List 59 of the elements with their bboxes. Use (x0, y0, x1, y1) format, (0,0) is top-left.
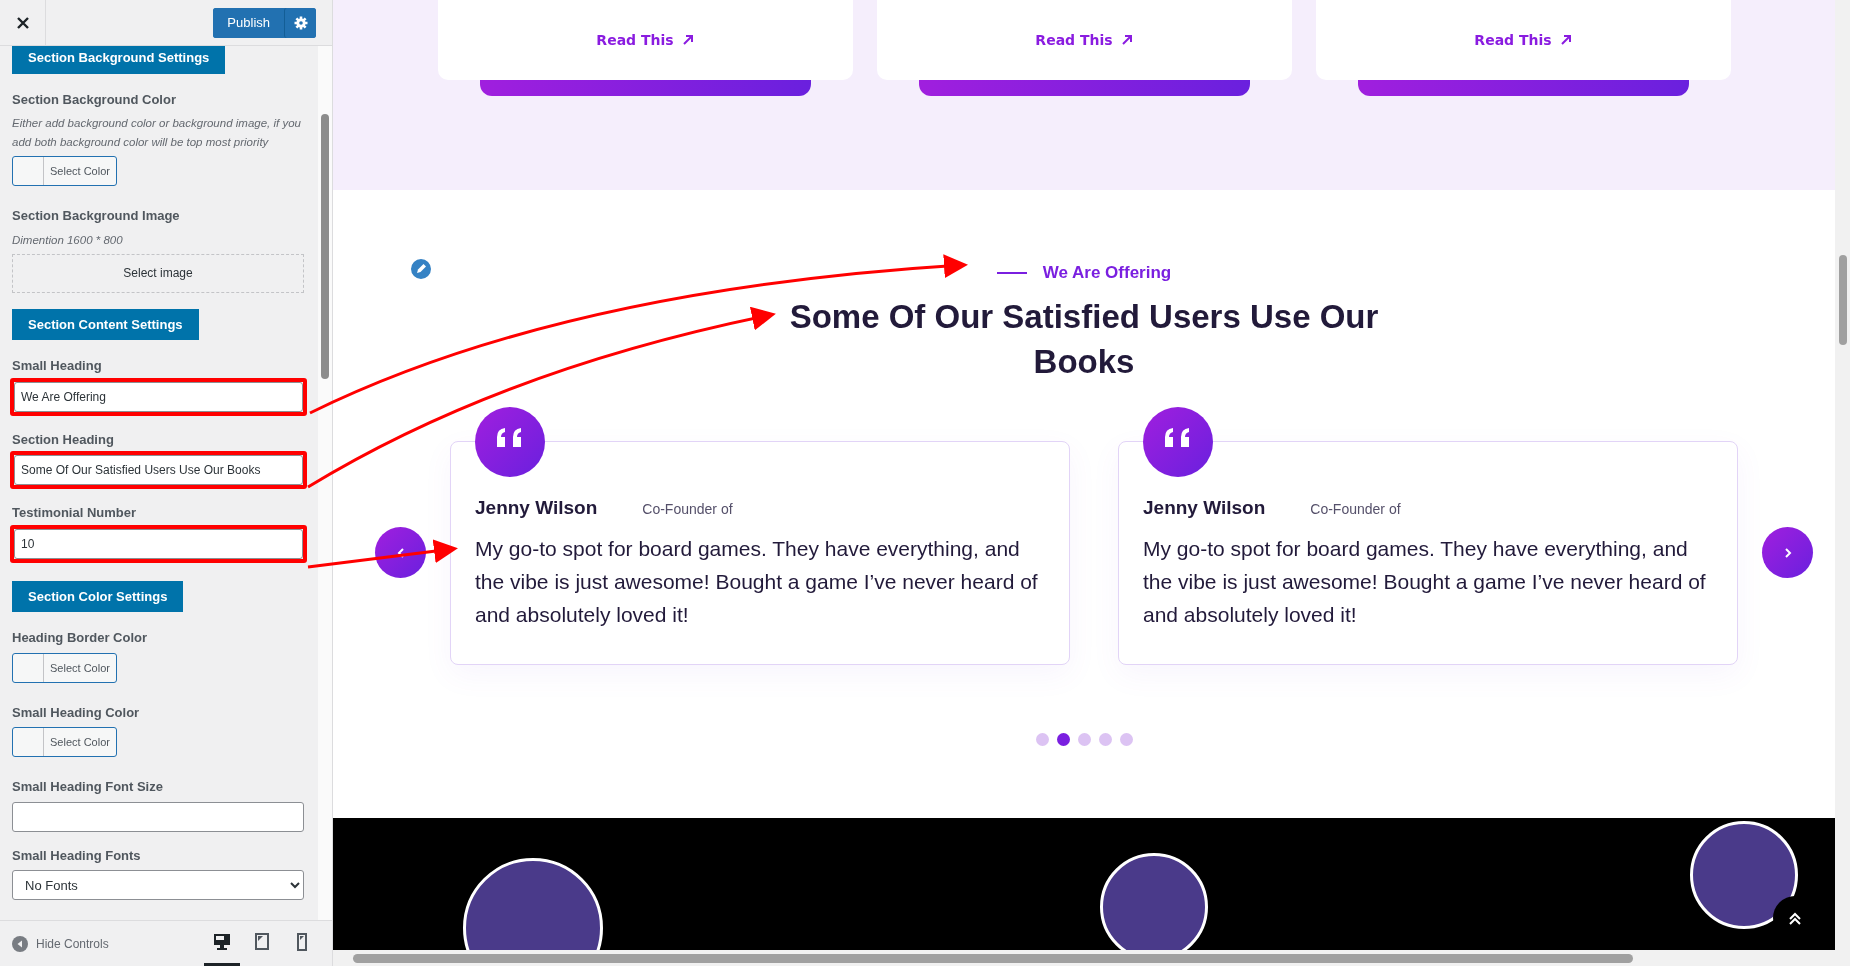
hide-controls-button[interactable]: Hide Controls (12, 934, 109, 953)
carousel-dot[interactable] (1077, 732, 1091, 746)
collapse-icon (12, 935, 28, 952)
field-label: Small Heading (12, 357, 103, 375)
select-color-button[interactable]: Select Color (12, 727, 117, 757)
next-button[interactable] (1762, 527, 1813, 578)
field-label: Testimonial Number (12, 504, 137, 522)
field-label: Small Heading Color (12, 703, 141, 722)
arrow-icon (681, 34, 694, 46)
field-label: Section Background Color (12, 90, 177, 109)
text-field[interactable]: Some Of Our Satisfied Users Use Our Books (14, 455, 303, 485)
reviewer-role: Co-Founder of (1310, 499, 1401, 519)
read-more-link[interactable]: Read This (596, 0, 694, 80)
settings-button[interactable] (284, 7, 316, 38)
reviewer-name: Jenny Wilson (475, 495, 598, 520)
previous-button[interactable] (375, 527, 426, 578)
testimonial-text: My go-to spot for board games. They have everything, and the vibe is just awesome! Bought a game I’ve never heard of and absolutely loved it! (1143, 536, 1707, 628)
field-label: Small Heading Fonts (12, 846, 142, 865)
select-image-button[interactable]: Select image (12, 253, 304, 293)
desktop-icon (213, 933, 231, 952)
arrow-icon (1120, 34, 1133, 46)
section-toggle-button[interactable]: Section Background Settings (12, 46, 226, 74)
text-field[interactable]: We Are Offering (14, 381, 303, 412)
carousel-dot[interactable] (1035, 732, 1049, 746)
select-color-button[interactable]: Select Color (12, 156, 117, 186)
scrollbar[interactable] (1835, 0, 1850, 950)
double-chevron-up-icon (1788, 910, 1802, 926)
carousel-dot[interactable] (1056, 732, 1070, 746)
section-toggle-button[interactable]: Section Content Settings (12, 308, 199, 340)
field-label: Heading Border Color (12, 629, 149, 647)
text-field[interactable]: 10 (14, 528, 303, 559)
tablet-icon (253, 933, 271, 952)
field-description: Either add background color or background image, if you add both background color will be top most priority (12, 116, 302, 150)
select-color-button[interactable]: Select Color (12, 652, 117, 683)
section-heading: Some Of Our Satisfied Users Use Our Books (788, 296, 1380, 382)
settings-icon (293, 15, 308, 30)
read-more-link[interactable]: Read This (1474, 0, 1572, 80)
field-label: Small Heading Font Size (12, 778, 164, 796)
heading-line (996, 271, 1027, 274)
carousel-dot[interactable] (1098, 732, 1112, 746)
scrollbar[interactable] (333, 950, 1850, 966)
close-icon (15, 15, 30, 30)
arrow-icon (1559, 34, 1572, 46)
scrollbar[interactable] (318, 46, 332, 920)
testimonial-text: My go-to spot for board games. They have everything, and the vibe is just awesome! Bought a game I’ve never heard of and absolutely loved it! (475, 536, 1039, 628)
pencil-icon (409, 256, 433, 281)
field-label: Section Background Image (12, 207, 181, 225)
section-toggle-button[interactable]: Section Color Settings (12, 580, 184, 612)
field-description: Dimention 1600 * 800 (12, 232, 124, 248)
field-label: Section Heading (12, 430, 115, 449)
carousel-dot[interactable] (1119, 732, 1133, 746)
reviewer-name: Jenny Wilson (1143, 495, 1266, 520)
font-dropdown[interactable]: No Fonts (12, 870, 304, 900)
text-field[interactable] (12, 801, 304, 832)
edit-button[interactable] (409, 256, 433, 281)
chevron-right-icon (1782, 546, 1793, 559)
reviewer-role: Co-Founder of (642, 499, 733, 519)
read-more-link[interactable]: Read This (1035, 0, 1133, 80)
small-heading: We Are Offering (1042, 262, 1172, 284)
